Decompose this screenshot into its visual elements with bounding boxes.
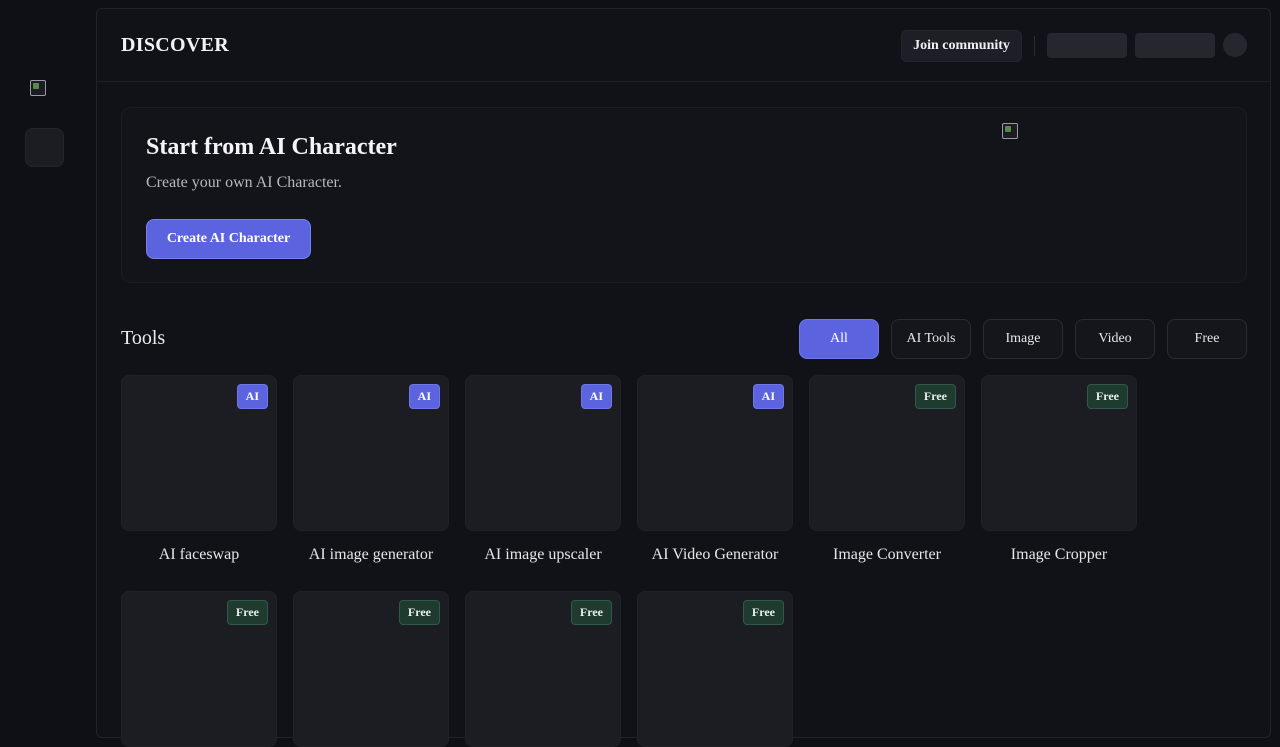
free-badge: Free — [226, 600, 268, 625]
filter-video[interactable]: Video — [1075, 319, 1155, 359]
tool-card[interactable]: AI AI image generator — [293, 375, 449, 563]
main-panel: DISCOVER Join community Start from AI Ch… — [96, 8, 1271, 747]
hero-image-icon — [1002, 123, 1018, 139]
logo-image-icon[interactable] — [30, 80, 46, 96]
page-title: DISCOVER — [121, 34, 229, 56]
hero-title: Start from AI Character — [146, 134, 397, 160]
tool-card[interactable]: AI AI image upscaler — [465, 375, 621, 563]
ai-badge: AI — [580, 384, 612, 409]
ai-badge: AI — [408, 384, 440, 409]
tool-card[interactable]: Free — [637, 591, 793, 747]
tool-filters: All AI Tools Image Video Free — [799, 319, 1247, 359]
sidebar-nav-button[interactable] — [25, 128, 64, 167]
filter-ai-tools[interactable]: AI Tools — [891, 319, 971, 359]
header-divider — [1034, 36, 1035, 56]
sidebar — [0, 0, 96, 720]
free-badge: Free — [742, 600, 784, 625]
header-button-placeholder-2[interactable] — [1135, 33, 1215, 58]
free-badge: Free — [1086, 384, 1128, 409]
tool-thumbnail[interactable]: Free — [809, 375, 965, 531]
header-button-placeholder-1[interactable] — [1047, 33, 1127, 58]
tools-grid: AI AI faceswap AI AI image generator AI AI im… — [121, 375, 1137, 747]
filter-image[interactable]: Image — [983, 319, 1063, 359]
tool-label[interactable]: Image Cropper — [981, 546, 1137, 564]
tool-thumbnail[interactable]: AI — [637, 375, 793, 531]
free-badge: Free — [914, 384, 956, 409]
tool-card[interactable]: AI AI faceswap — [121, 375, 277, 563]
create-ai-character-button[interactable]: Create AI Character — [146, 219, 311, 259]
avatar[interactable] — [1223, 33, 1247, 57]
tool-thumbnail[interactable]: Free — [465, 591, 621, 747]
tool-thumbnail[interactable]: Free — [293, 591, 449, 747]
tool-card[interactable]: Free — [121, 591, 277, 747]
top-bar: DISCOVER Join community — [97, 9, 1270, 82]
tool-label[interactable]: AI Video Generator — [637, 546, 793, 564]
tool-label[interactable]: AI faceswap — [121, 546, 277, 564]
tool-card[interactable]: Free — [465, 591, 621, 747]
filter-all[interactable]: All — [799, 319, 879, 359]
hero-subtitle: Create your own AI Character. — [146, 174, 342, 191]
tool-label[interactable]: Image Converter — [809, 546, 965, 564]
tool-thumbnail[interactable]: Free — [981, 375, 1137, 531]
free-badge: Free — [398, 600, 440, 625]
tool-card[interactable]: Free Image Cropper — [981, 375, 1137, 563]
tool-thumbnail[interactable]: Free — [637, 591, 793, 747]
tool-thumbnail[interactable]: Free — [121, 591, 277, 747]
free-badge: Free — [570, 600, 612, 625]
hero-banner: Start from AI Character Create your own … — [121, 107, 1247, 283]
tool-thumbnail[interactable]: AI — [121, 375, 277, 531]
tool-label[interactable]: AI image generator — [293, 546, 449, 564]
tool-thumbnail[interactable]: AI — [465, 375, 621, 531]
tool-card[interactable]: Free — [293, 591, 449, 747]
filter-free[interactable]: Free — [1167, 319, 1247, 359]
tool-card[interactable]: Free Image Converter — [809, 375, 965, 563]
tool-label[interactable]: AI image upscaler — [465, 546, 621, 564]
tool-card[interactable]: AI AI Video Generator — [637, 375, 793, 563]
ai-badge: AI — [236, 384, 268, 409]
tools-section-title: Tools — [121, 327, 166, 349]
ai-badge: AI — [752, 384, 784, 409]
join-community-button[interactable]: Join community — [901, 30, 1022, 62]
tool-thumbnail[interactable]: AI — [293, 375, 449, 531]
